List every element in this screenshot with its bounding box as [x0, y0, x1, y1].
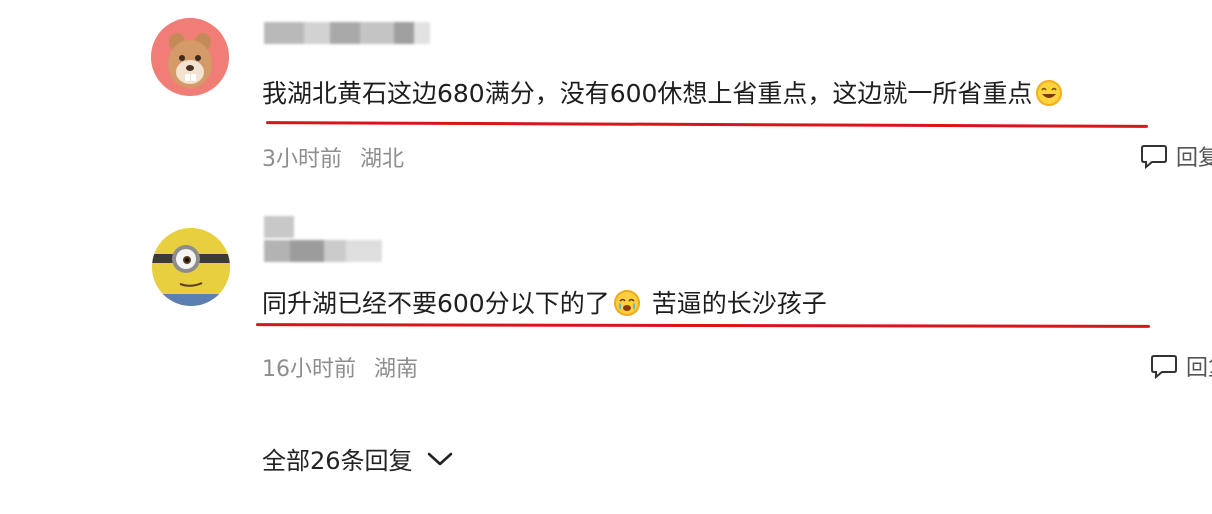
view-all-replies-button[interactable]: 全部26条回复 — [262, 441, 453, 476]
comment-meta: 3小时前 湖北 — [262, 141, 404, 173]
comment-location: 湖北 — [360, 147, 405, 172]
red-underline-annotation — [255, 323, 1151, 328]
crying-emoji-icon — [613, 290, 640, 316]
reply-button[interactable]: 回复 — [1140, 140, 1212, 172]
comment-bubble-icon — [1151, 355, 1177, 379]
username-blurred[interactable] — [264, 22, 430, 44]
comment-item: 同升湖已经不要600分以下的了 苦逼的长沙孩子 16小时前湖南 回复 — [0, 210, 1212, 410]
comment-time: 16小时前 — [262, 357, 356, 382]
cartoon-animal-avatar-icon — [151, 18, 229, 96]
comment-time: 3小时前 — [262, 147, 342, 172]
comment-text-body: 我湖北黄石这边680满分，没有600休想上省重点，这边就一所省重点 — [262, 79, 1033, 108]
comment-text: 我湖北黄石这边680满分，没有600休想上省重点，这边就一所省重点 — [262, 77, 1063, 111]
comment-text: 同升湖已经不要600分以下的了 苦逼的长沙孩子 — [262, 287, 827, 321]
comment-text-body: 同升湖已经不要600分以下的了 — [262, 289, 610, 318]
username-blurred-line-2 — [264, 240, 382, 262]
red-underline-annotation — [265, 121, 1149, 128]
avatar[interactable] — [152, 228, 230, 306]
grin-emoji-icon — [1036, 80, 1063, 106]
comment-item: 我湖北黄石这边680满分，没有600休想上省重点，这边就一所省重点 3小时前 湖北… — [0, 0, 1212, 200]
comment-location: 湖南 — [374, 357, 419, 382]
username-blurred[interactable] — [264, 216, 294, 238]
comment-bubble-icon — [1141, 145, 1167, 169]
comment-text-tail: 苦逼的长沙孩子 — [651, 289, 827, 318]
all-replies-label: 全部26条回复 — [262, 447, 413, 475]
reply-label: 回复 — [1176, 146, 1212, 171]
minion-avatar-icon — [152, 228, 230, 306]
chevron-down-icon — [427, 452, 452, 465]
reply-label: 回复 — [1186, 356, 1212, 381]
reply-button[interactable]: 回复 — [1150, 350, 1212, 382]
comment-meta: 16小时前 湖南 — [262, 351, 418, 383]
avatar[interactable] — [151, 18, 229, 96]
